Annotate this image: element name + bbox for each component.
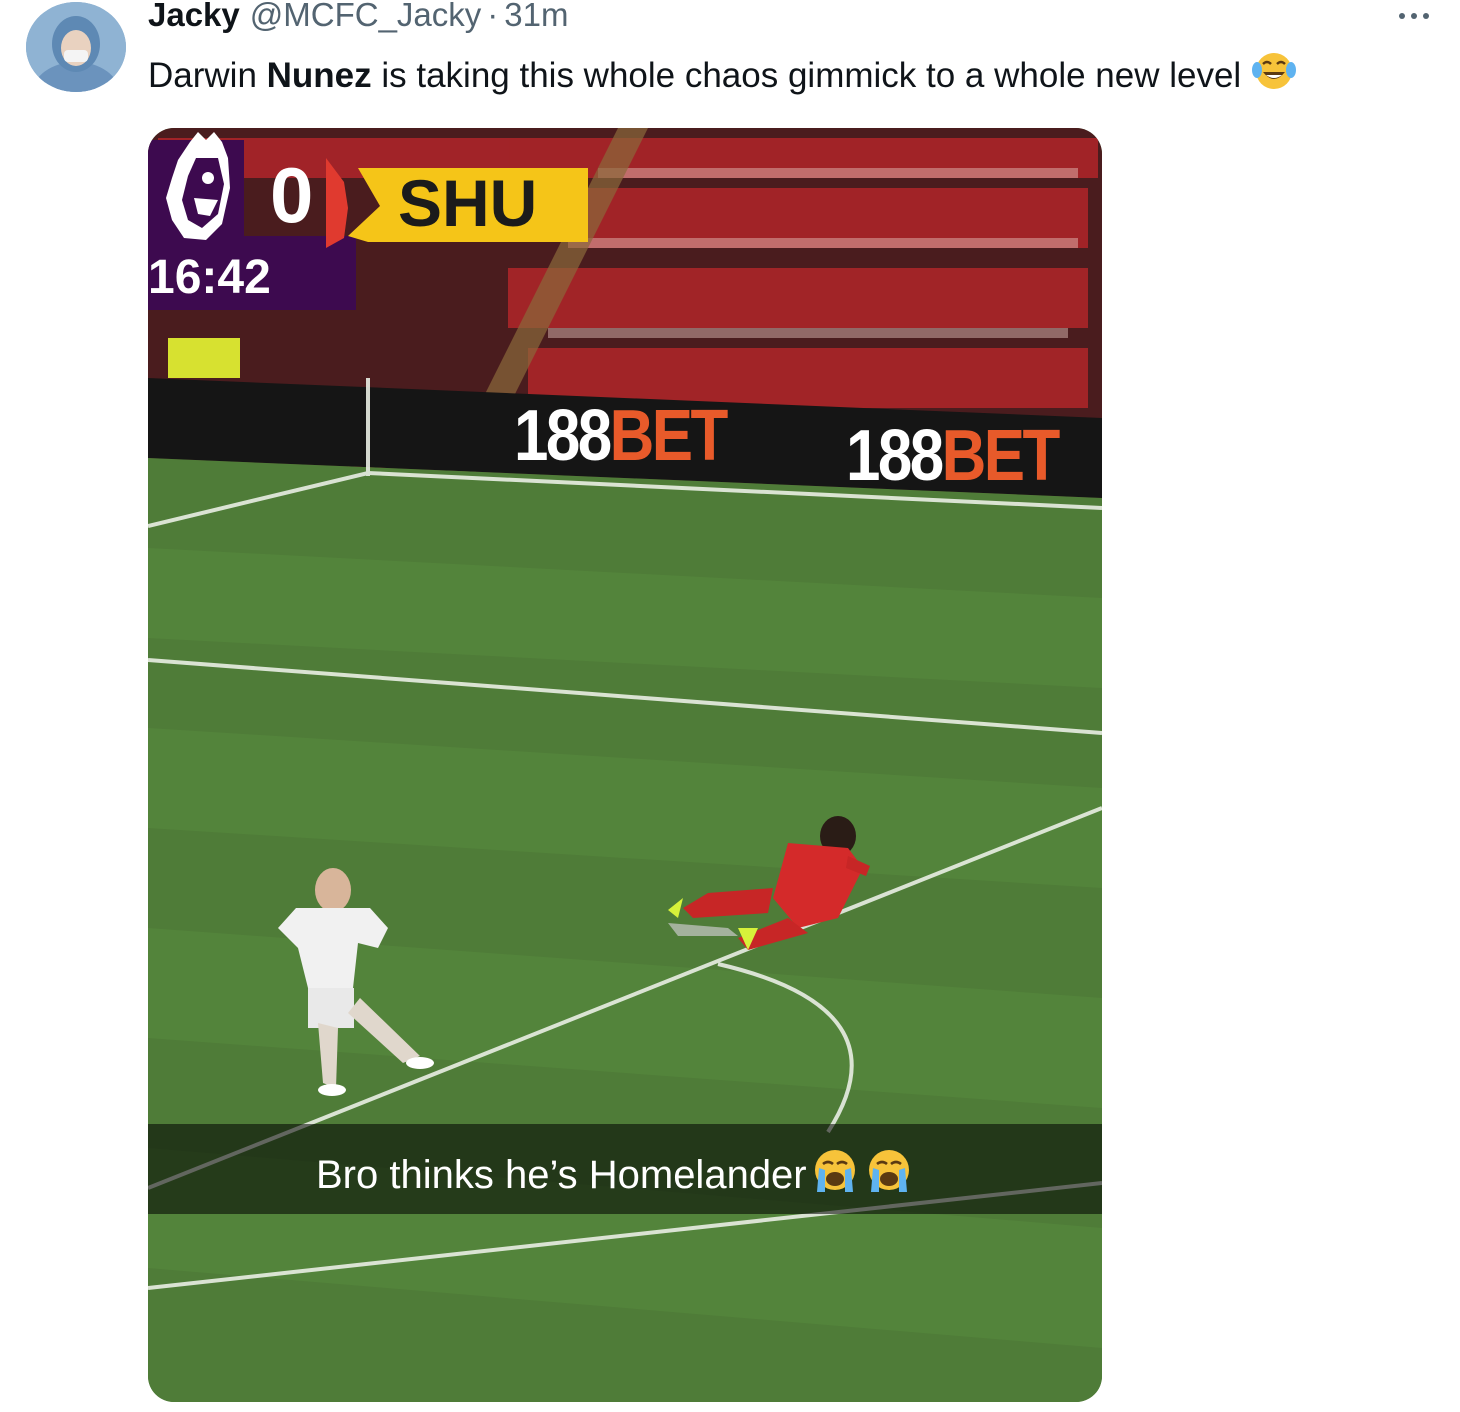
avatar[interactable]: [26, 2, 126, 92]
ad-board-2: 188BET: [846, 420, 1060, 492]
ad-board-1: 188BET: [514, 400, 728, 472]
match-clock: 16:42: [148, 251, 271, 304]
caption-text: Bro thinks he’s Homelander: [316, 1152, 807, 1197]
author-name[interactable]: Jacky: [148, 0, 240, 34]
face-with-tears-of-joy-icon: [1251, 50, 1297, 101]
home-score: 0: [270, 151, 314, 239]
tweet-text-mention: Nunez: [266, 55, 372, 95]
separator-dot: ·: [487, 0, 499, 33]
away-team-label: SHU: [398, 166, 538, 240]
ad-board-1-word: BET: [609, 396, 729, 476]
tweet-text-end: is taking this whole chaos gimmick to a …: [371, 55, 1242, 95]
ad-board-2-word: BET: [941, 416, 1061, 496]
tweet-text: Darwin Nunez is taking this whole chaos …: [148, 50, 1297, 101]
author-handle[interactable]: @MCFC_Jacky: [250, 0, 482, 34]
tweet-text-start: Darwin: [148, 55, 267, 95]
more-options-icon[interactable]: [1392, 6, 1436, 26]
ad-board-1-number: 188: [514, 396, 612, 476]
tweet-header: Jacky @MCFC_Jacky · 31m: [148, 0, 568, 40]
loudly-crying-face-icon: [863, 1146, 915, 1204]
media-caption: Bro thinks he’s Homelander: [316, 1146, 915, 1204]
timestamp[interactable]: 31m: [504, 0, 568, 34]
ad-board-2-number: 188: [846, 416, 944, 496]
loudly-crying-face-icon: [809, 1146, 861, 1204]
